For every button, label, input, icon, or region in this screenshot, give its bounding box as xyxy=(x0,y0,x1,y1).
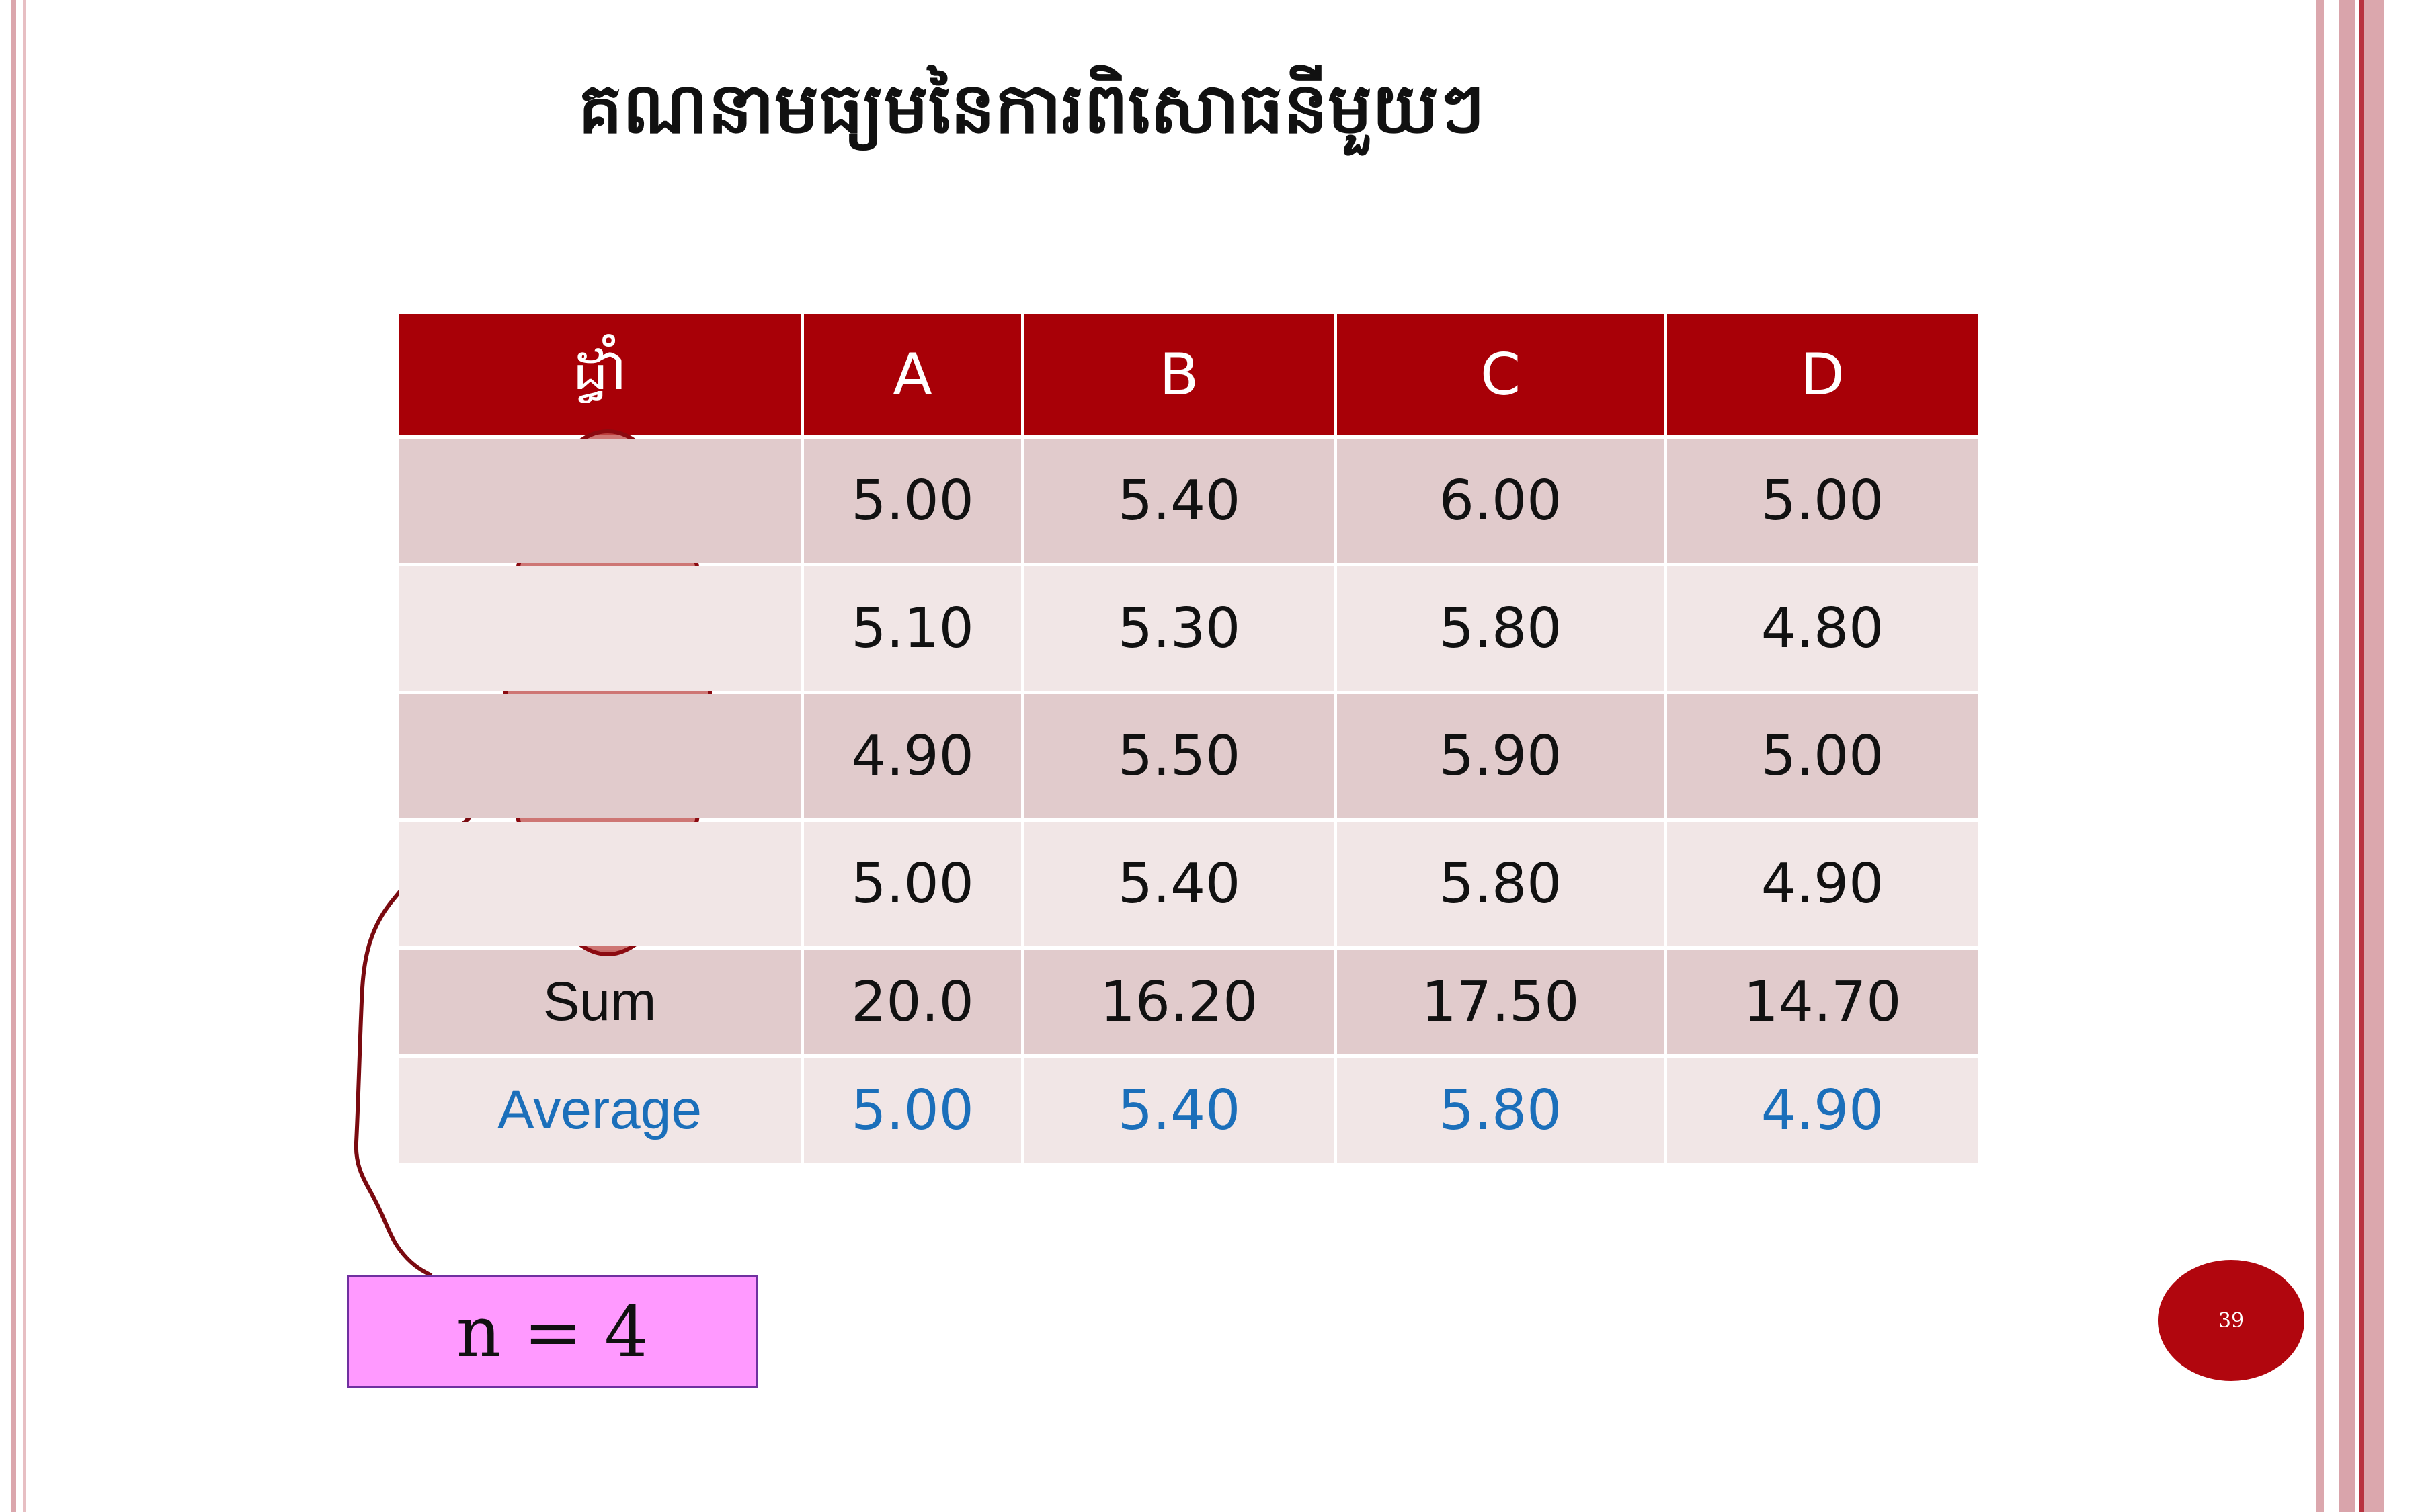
average-value: 5.40 xyxy=(1024,1058,1334,1163)
average-value: 5.00 xyxy=(804,1058,1021,1163)
value-cell: 4.80 xyxy=(1667,566,1978,691)
rep-cell xyxy=(399,694,801,818)
right-border-stripe-2 xyxy=(2339,0,2355,1512)
value-cell: 5.00 xyxy=(1667,694,1978,818)
header-c: C xyxy=(1337,314,1664,435)
header-d: D xyxy=(1667,314,1978,435)
value-cell: 5.50 xyxy=(1024,694,1334,818)
sum-value: 20.0 xyxy=(804,950,1021,1054)
average-label: Average xyxy=(399,1058,801,1163)
value-cell: 5.40 xyxy=(1024,822,1334,946)
n-count-box: n = 4 xyxy=(347,1275,758,1388)
sum-row: Sum 20.0 16.20 17.50 14.70 xyxy=(399,950,1978,1054)
sum-value: 17.50 xyxy=(1337,950,1664,1054)
right-border-edge xyxy=(2384,0,2420,1512)
header-rep: ដ្ធាំ xyxy=(399,314,801,435)
value-cell: 4.90 xyxy=(804,694,1021,818)
table-header-row: ដ្ធាំ A B C D xyxy=(399,314,1978,435)
right-border-stripe xyxy=(2316,0,2324,1512)
sum-value: 14.70 xyxy=(1667,950,1978,1054)
left-border-stripe-inner xyxy=(23,0,26,1512)
value-cell: 5.40 xyxy=(1024,439,1334,563)
rep-cell xyxy=(399,439,801,563)
value-cell: 5.80 xyxy=(1337,822,1664,946)
value-cell: 4.90 xyxy=(1667,822,1978,946)
average-value: 4.90 xyxy=(1667,1058,1978,1163)
value-cell: 5.00 xyxy=(804,822,1021,946)
average-row: Average 5.00 5.40 5.80 4.90 xyxy=(399,1058,1978,1163)
value-cell: 5.90 xyxy=(1337,694,1664,818)
value-cell: 5.00 xyxy=(804,439,1021,563)
value-cell: 6.00 xyxy=(1337,439,1664,563)
data-table: ដ្ធាំ A B C D 5.00 5.40 6.00 5.00 5.10 5… xyxy=(395,310,1981,1166)
left-border-stripe xyxy=(11,0,16,1512)
slide: គណនាមធ្យមនៃការពិសោធនីមួយៗ ដ្ធាំ A B C D … xyxy=(0,0,2420,1512)
right-border-stripe-3 xyxy=(2364,0,2384,1512)
sum-label: Sum xyxy=(399,950,801,1054)
value-cell: 5.00 xyxy=(1667,439,1978,563)
rep-cell xyxy=(399,822,801,946)
value-cell: 5.10 xyxy=(804,566,1021,691)
value-cell: 5.80 xyxy=(1337,566,1664,691)
value-cell: 5.30 xyxy=(1024,566,1334,691)
table-row: 5.00 5.40 6.00 5.00 xyxy=(399,439,1978,563)
table-row: 5.00 5.40 5.80 4.90 xyxy=(399,822,1978,946)
table-row: 5.10 5.30 5.80 4.80 xyxy=(399,566,1978,691)
slide-title: គណនាមធ្យមនៃការពិសោធនីមួយៗ xyxy=(578,67,1485,149)
sum-value: 16.20 xyxy=(1024,950,1334,1054)
header-b: B xyxy=(1024,314,1334,435)
table-row: 4.90 5.50 5.90 5.00 xyxy=(399,694,1978,818)
header-a: A xyxy=(804,314,1021,435)
average-value: 5.80 xyxy=(1337,1058,1664,1163)
page-number-badge: 39 xyxy=(2158,1260,2304,1381)
rep-cell xyxy=(399,566,801,691)
